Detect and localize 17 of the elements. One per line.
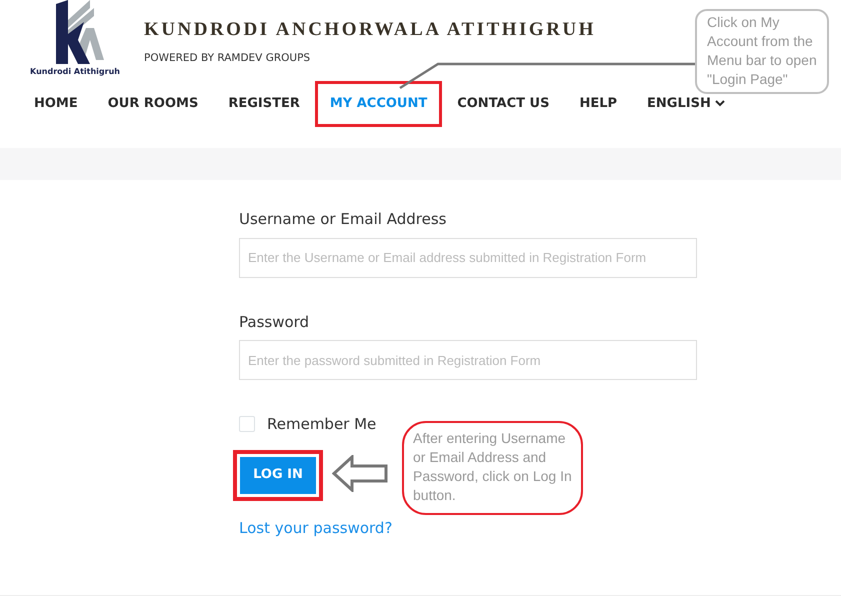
nav-link[interactable]: REGISTER xyxy=(213,81,315,126)
site-title: KUNDRODI ANCHORWALA ATITHIGRUH xyxy=(144,18,596,42)
checkbox-label: Remember Me xyxy=(267,414,376,435)
nav-link[interactable]: OUR ROOMS xyxy=(92,81,214,126)
callout-note: Click on My Account from the Menu bar to open "Login Page" xyxy=(695,9,829,94)
arrow-icon xyxy=(332,455,388,492)
field-label: Password xyxy=(239,312,310,332)
nav-link[interactable]: HOME xyxy=(19,81,93,126)
field-label: Username or Email Address xyxy=(239,209,448,230)
logo-caption: Kundrodi Atithigruh xyxy=(30,66,120,78)
remember-checkbox[interactable] xyxy=(239,416,255,432)
site-tagline: POWERED BY RAMDEV GROUPS xyxy=(144,50,312,66)
nav-link[interactable]: CONTACT US xyxy=(442,81,564,126)
password-field[interactable]: Enter the password submitted in Registration Form xyxy=(239,340,697,380)
username-field[interactable]: Enter the Username or Email address submitted in Registration Form xyxy=(239,238,697,278)
callout-note: After entering Username or Email Address and Password, click on Log In button. xyxy=(402,421,583,515)
nav-link[interactable]: HELP xyxy=(564,81,632,126)
